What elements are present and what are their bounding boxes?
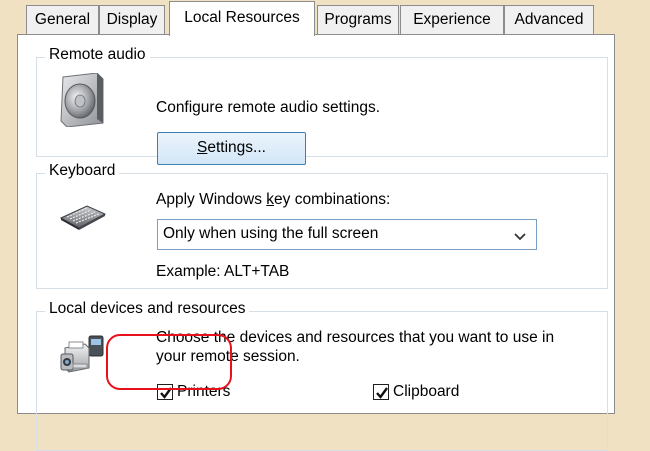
- printers-highlight-annotation: [106, 334, 232, 390]
- clipboard-checkbox[interactable]: [373, 384, 389, 400]
- clipboard-label[interactable]: Clipboard: [393, 383, 459, 401]
- tab-local-resources[interactable]: Local Resources: [169, 1, 315, 36]
- keyboard-example: Example: ALT+TAB: [156, 263, 290, 280]
- keyboard-combinations-value: Only when using the full screen: [163, 225, 379, 242]
- keyboard-combinations-select[interactable]: Only when using the full screen: [157, 219, 537, 250]
- speaker-icon: [57, 72, 107, 132]
- local-devices-title: Local devices and resources: [45, 300, 250, 318]
- tab-display[interactable]: Display: [99, 5, 165, 34]
- remote-audio-title: Remote audio: [45, 46, 150, 64]
- remote-audio-description: Configure remote audio settings.: [156, 99, 381, 116]
- audio-settings-button[interactable]: Settings...: [157, 132, 306, 165]
- tab-experience[interactable]: Experience: [400, 5, 504, 34]
- remote-audio-group: Remote audio Configure remote audio sett…: [36, 46, 608, 165]
- keyboard-group: Keyboard Apply Windows key combinations:…: [36, 162, 608, 289]
- tab-programs[interactable]: Programs: [317, 5, 399, 34]
- keyboard-icon: [59, 204, 107, 235]
- keyboard-title: Keyboard: [45, 162, 120, 180]
- chevron-down-icon: [514, 228, 526, 246]
- tab-advanced[interactable]: Advanced: [504, 5, 594, 34]
- keyboard-combinations-label: Apply Windows key combinations:: [156, 191, 391, 208]
- window-frame-left: [0, 0, 16, 400]
- window-frame-right: [616, 0, 650, 400]
- tab-general[interactable]: General: [26, 5, 99, 34]
- devices-icon: [59, 334, 109, 381]
